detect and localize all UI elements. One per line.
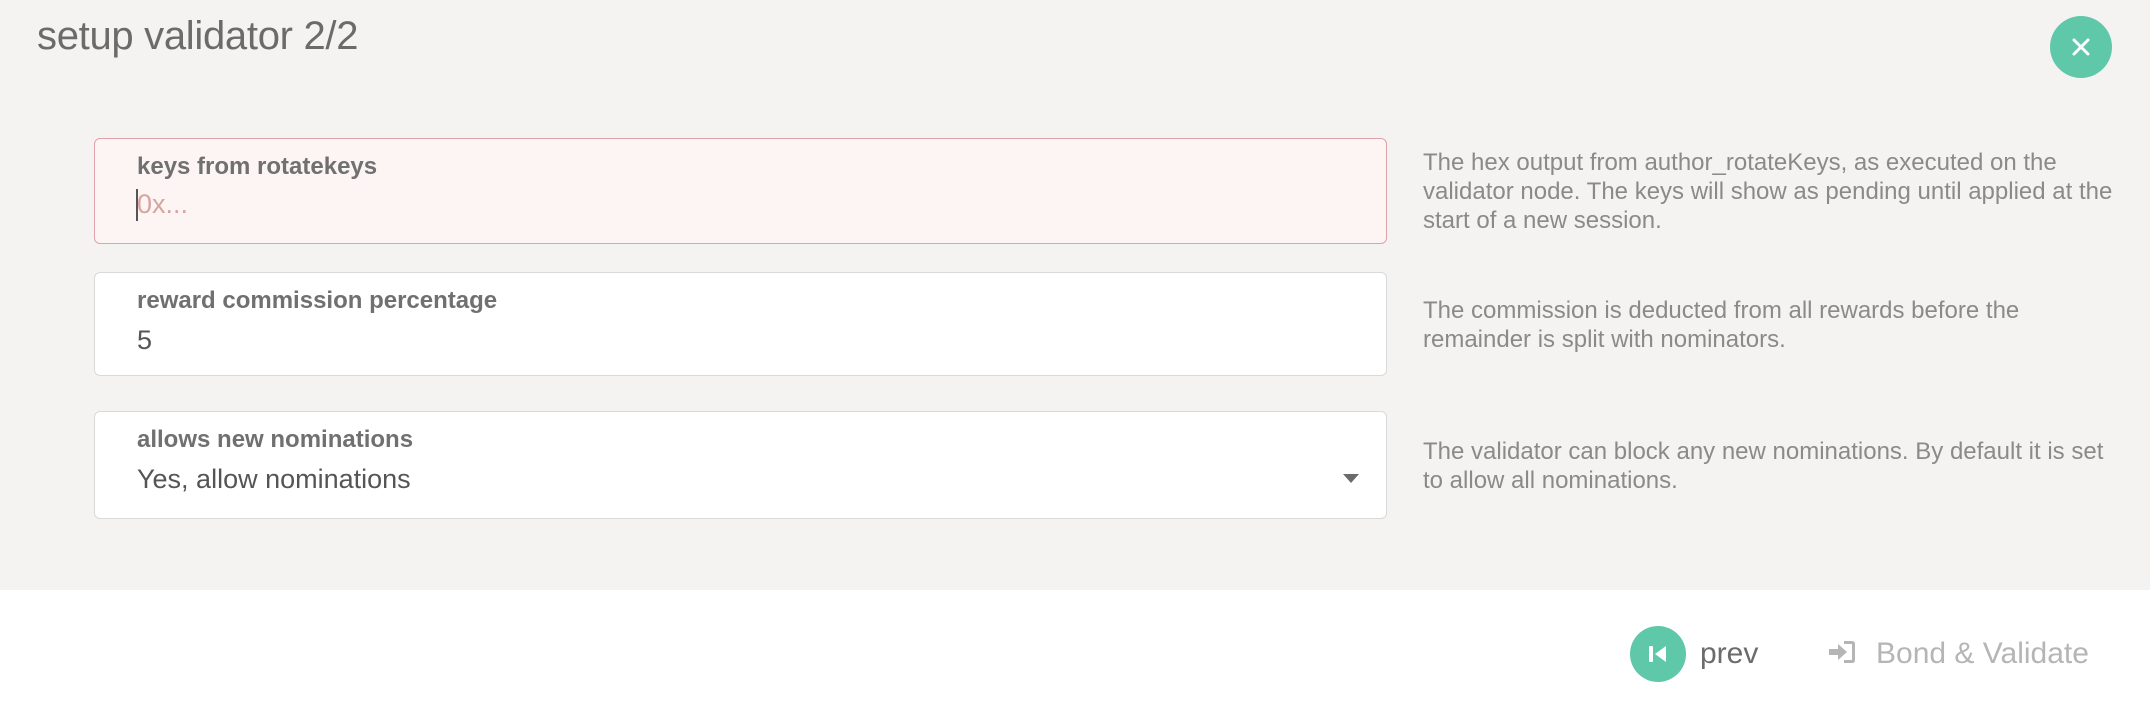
commission-label: reward commission percentage: [137, 287, 498, 314]
commission-field[interactable]: reward commission percentage 5: [94, 272, 1387, 376]
chevron-down-icon[interactable]: [1343, 474, 1359, 483]
prev-label: prev: [1700, 637, 1759, 670]
sign-in-icon: [1826, 636, 1858, 673]
bond-validate-button[interactable]: Bond & Validate: [1826, 626, 2089, 682]
session-keys-field[interactable]: keys from rotatekeys: [94, 138, 1387, 244]
allow-nominations-label: allows new nominations: [137, 426, 414, 453]
allow-nominations-help: The validator can block any new nominati…: [1423, 438, 2104, 494]
allow-nominations-selected: Yes, allow nominations: [137, 464, 411, 494]
step-backward-icon: [1630, 626, 1686, 682]
commission-input[interactable]: 5: [137, 325, 152, 356]
commission-row: reward commission percentage 5 The commi…: [94, 272, 2114, 376]
modal: setup validator 2/2 keys from rotatekeys…: [0, 0, 2150, 712]
prev-button[interactable]: prev: [1630, 626, 1758, 682]
commission-help: The commission is deducted from all rewa…: [1423, 297, 2020, 353]
modal-title: setup validator 2/2: [37, 14, 359, 58]
allow-nominations-dropdown[interactable]: allows new nominations Yes, allow nomina…: [94, 411, 1387, 519]
bond-validate-label: Bond & Validate: [1876, 637, 2089, 670]
session-keys-label: keys from rotatekeys: [137, 153, 378, 180]
close-button[interactable]: [2050, 16, 2112, 78]
text-caret: [136, 189, 138, 221]
modal-actions: prev Bond & Validate: [0, 590, 2150, 712]
nominations-row: allows new nominations Yes, allow nomina…: [94, 411, 2114, 519]
session-keys-input[interactable]: [137, 189, 1287, 220]
session-keys-row: keys from rotatekeys The hex output from…: [94, 138, 2114, 244]
modal-content: setup validator 2/2 keys from rotatekeys…: [0, 0, 2150, 590]
session-keys-help: The hex output from author_rotateKeys, a…: [1423, 149, 2113, 234]
close-icon: [2072, 38, 2090, 56]
